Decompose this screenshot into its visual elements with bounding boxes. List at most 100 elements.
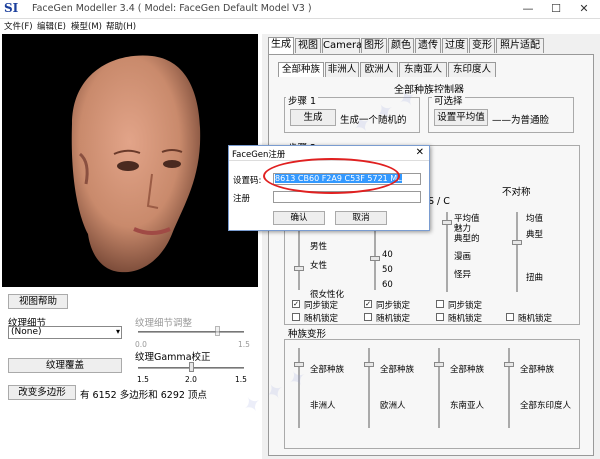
gamma-label: 纹理Gamma校正: [135, 352, 211, 363]
detail-tick-min: 0.0: [135, 340, 147, 349]
subtab-european[interactable]: 欧洲人: [360, 62, 398, 77]
sync-lock-label-1: 同步锁定: [304, 301, 339, 311]
gamma-tick-3: 1.5: [235, 375, 247, 384]
asym-typical-label: 典型: [526, 230, 544, 240]
dialog-title: FaceGen注册: [232, 150, 286, 160]
menu-help[interactable]: 帮助(H): [106, 20, 136, 32]
morph-bottom-4: 全部东印度人: [520, 401, 572, 411]
texture-detail-slider[interactable]: [138, 331, 244, 333]
gamma-tick-2: 2.0: [185, 375, 197, 384]
tab-morph[interactable]: 变形: [469, 38, 495, 53]
gender-slider[interactable]: [298, 230, 300, 290]
tab-transition[interactable]: 过度: [442, 38, 468, 53]
chevron-down-icon: ▾: [115, 327, 120, 336]
sync-lock-checkbox-2[interactable]: ✓: [364, 300, 372, 308]
morph-bottom-2: 欧洲人: [380, 401, 406, 411]
register-label: 注册: [233, 194, 251, 204]
texture-overlay-button[interactable]: 纹理覆盖: [8, 358, 122, 373]
morph-top-3: 全部种族: [450, 365, 485, 375]
face-model-render: [71, 55, 201, 273]
texture-detail-adjust-label: 纹理细节调整: [135, 318, 193, 329]
morph-slider-3[interactable]: [438, 348, 440, 428]
window-title: FaceGen Modeller 3.4 ( Model: FaceGen De…: [32, 3, 312, 14]
minimize-button[interactable]: —: [514, 0, 542, 18]
step1-label: 步骤 1: [286, 93, 319, 107]
gender-slider-thumb[interactable]: [294, 266, 304, 271]
age-slider-thumb[interactable]: [370, 256, 380, 261]
change-polygon-button[interactable]: 改变多边形: [8, 385, 76, 400]
morph-bottom-3: 东南亚人: [450, 401, 485, 411]
tab-camera[interactable]: Camera: [322, 38, 362, 53]
set-average-description: ——为普通脸: [492, 115, 550, 126]
age-50: 50: [382, 265, 393, 275]
tab-view[interactable]: 视图: [295, 38, 321, 53]
3d-viewport[interactable]: [2, 34, 258, 287]
tab-color[interactable]: 颜色: [388, 38, 414, 53]
sync-lock-checkbox-1[interactable]: ✓: [292, 300, 300, 308]
tab-genetic[interactable]: 遗传: [415, 38, 441, 53]
grotesque-label: 怪异: [454, 270, 472, 280]
symmetry-label: S / C: [428, 196, 450, 207]
morph-top-4: 全部种族: [520, 365, 555, 375]
subtab-all-races[interactable]: 全部种族: [278, 62, 324, 77]
title-bar: SI FaceGen Modeller 3.4 ( Model: FaceGen…: [0, 0, 600, 19]
morph-slider-2[interactable]: [368, 348, 370, 428]
cancel-button[interactable]: 取消: [335, 211, 387, 225]
random-lock-label-2: 随机锁定: [376, 314, 411, 324]
morph-slider-thumb-3[interactable]: [434, 362, 444, 367]
subtab-southeast-asian[interactable]: 东南亚人: [399, 62, 447, 77]
random-lock-checkbox-4[interactable]: [506, 313, 514, 321]
ok-button[interactable]: 确认: [273, 211, 325, 225]
random-lock-checkbox-3[interactable]: [436, 313, 444, 321]
sync-lock-checkbox-3[interactable]: [436, 300, 444, 308]
asymmetry-slider-thumb[interactable]: [512, 240, 522, 245]
morph-slider-4[interactable]: [508, 348, 510, 428]
random-lock-checkbox-1[interactable]: [292, 313, 300, 321]
race-morph-label: 种族变形: [288, 329, 327, 340]
random-lock-checkbox-2[interactable]: [364, 313, 372, 321]
age-60: 60: [382, 280, 393, 290]
set-average-button[interactable]: 设置平均值: [434, 109, 488, 126]
tab-generate[interactable]: 生成: [268, 37, 294, 54]
menu-file[interactable]: 文件(F): [4, 20, 33, 32]
tab-shape[interactable]: 图形: [361, 38, 387, 53]
polygon-info: 有 6152 多边形和 6292 顶点: [80, 390, 207, 401]
view-help-button[interactable]: 视图帮助: [8, 294, 68, 309]
morph-slider-thumb-2[interactable]: [364, 362, 374, 367]
sync-lock-label-3: 同步锁定: [448, 301, 483, 311]
texture-detail-select[interactable]: (None) ▾: [8, 326, 122, 339]
caricature-label: 漫画: [454, 252, 472, 262]
male-label: 男性: [310, 242, 328, 252]
texture-detail-value: (None): [11, 327, 42, 337]
menu-bar: 文件(F) 编辑(E) 模型(M) 帮助(H): [0, 19, 600, 33]
menu-edit[interactable]: 编辑(E): [37, 20, 66, 32]
dialog-close-button[interactable]: ✕: [416, 147, 424, 158]
morph-top-2: 全部种族: [380, 365, 415, 375]
random-lock-label-1: 随机锁定: [304, 314, 339, 324]
morph-bottom-1: 非洲人: [310, 401, 336, 411]
asymmetry-slider[interactable]: [516, 212, 518, 292]
caricature-slider-thumb[interactable]: [442, 220, 452, 225]
optional-label: 可选择: [432, 93, 465, 107]
distortion-label: 扭曲: [526, 273, 544, 283]
morph-slider-thumb-4[interactable]: [504, 362, 514, 367]
menu-model[interactable]: 模型(M): [71, 20, 102, 32]
gamma-tick-1: 1.5: [137, 375, 149, 384]
race-morph-group: [284, 339, 580, 449]
app-logo: SI: [4, 1, 19, 15]
asymmetry-label: 不对称: [502, 187, 531, 198]
female-label: 女性: [310, 261, 328, 271]
close-button[interactable]: ✕: [570, 0, 598, 18]
random-lock-label-3: 随机锁定: [448, 314, 483, 324]
serial-label: 设置码:: [233, 176, 262, 186]
generate-button[interactable]: 生成: [290, 109, 336, 126]
subtab-east-indian[interactable]: 东印度人: [448, 62, 496, 77]
subtab-african[interactable]: 非洲人: [325, 62, 359, 77]
random-lock-label-4: 随机锁定: [518, 314, 553, 324]
control-panel: 生成 视图 Camera 图形 颜色 遗传 过度 变形 照片适配 全部种族 非洲…: [262, 34, 600, 459]
tab-photofit[interactable]: 照片适配: [496, 38, 544, 53]
gamma-slider-thumb[interactable]: [189, 362, 194, 372]
age-40: 40: [382, 250, 393, 260]
maximize-button[interactable]: ☐: [542, 0, 570, 18]
texture-detail-slider-thumb[interactable]: [215, 326, 220, 336]
